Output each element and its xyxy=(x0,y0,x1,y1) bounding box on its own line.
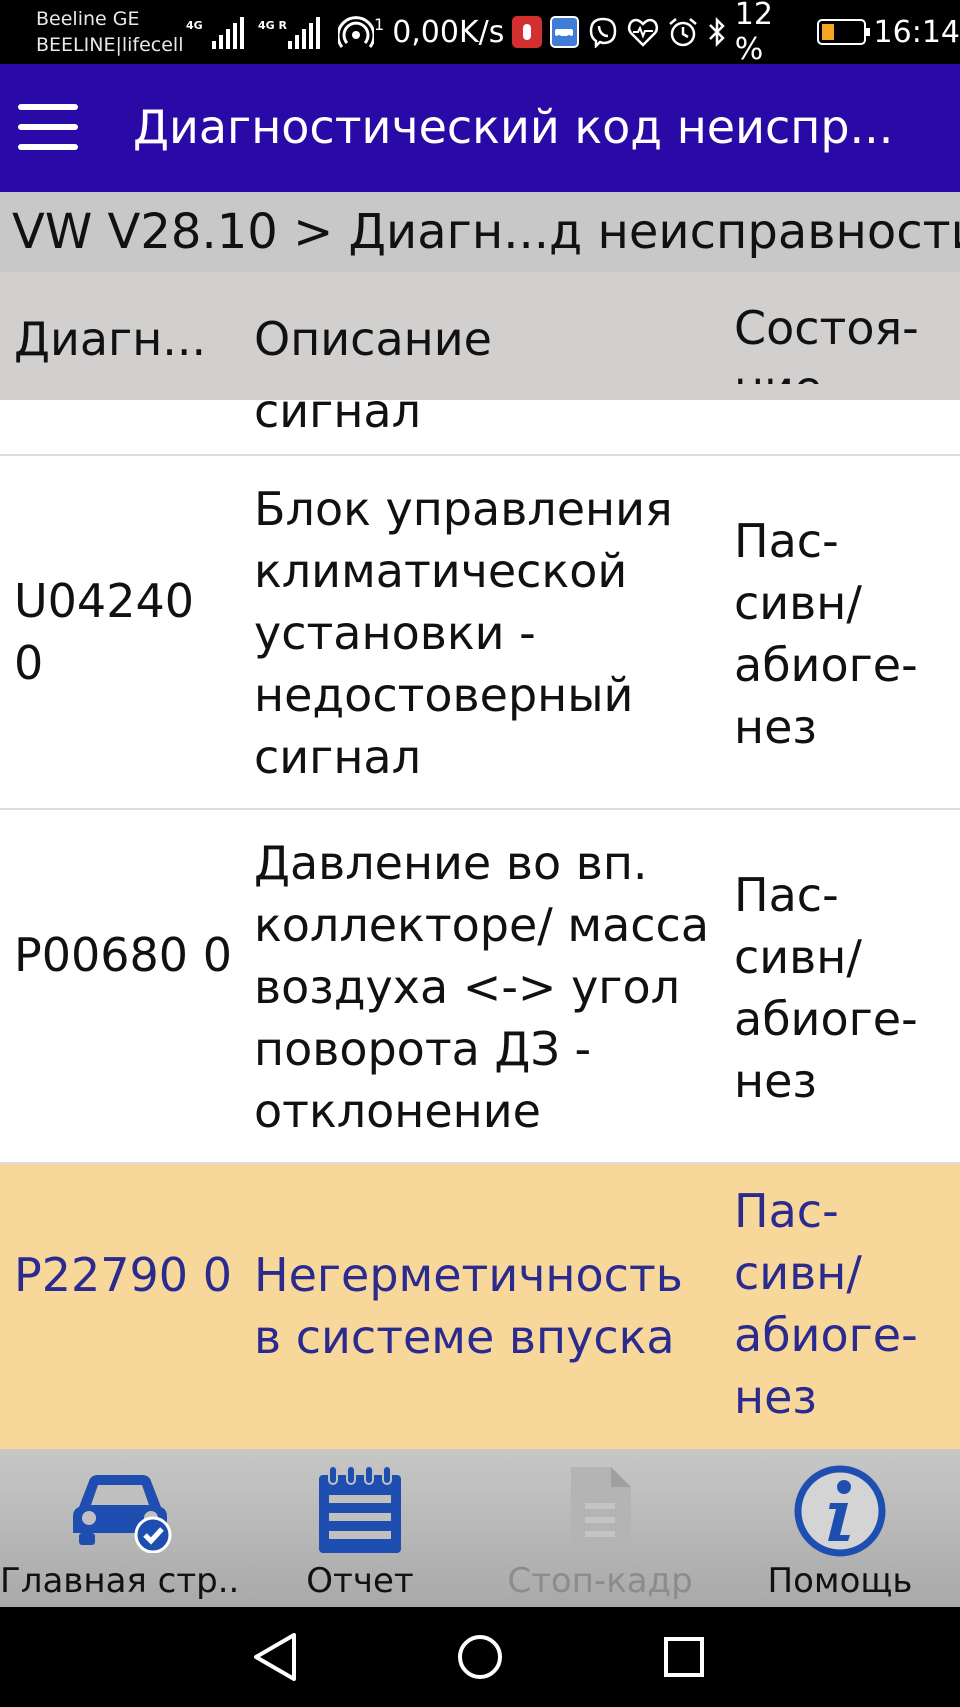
hotspot-count: 1 xyxy=(374,14,385,34)
carrier-names: Beeline GE BEELINE|lifecell xyxy=(36,6,183,58)
help-button[interactable]: Помощь xyxy=(720,1449,960,1607)
table-row[interactable]: P00680 0 Давление во вп. коллекторе/ мас… xyxy=(0,810,960,1164)
row-code: P22790 0 xyxy=(14,1248,232,1302)
signal-1-icon: 4G xyxy=(186,15,244,49)
network-type-2: 4G R xyxy=(258,19,287,32)
page-title: Диагностический код неиспр... xyxy=(133,100,894,154)
report-button[interactable]: Отчет xyxy=(240,1449,480,1607)
home-page-label: Главная стр... xyxy=(0,1561,240,1601)
header-description[interactable]: Описание xyxy=(254,312,492,366)
document-icon xyxy=(565,1463,635,1559)
row-state: Пас-сивн/ абиоге-нез xyxy=(734,1184,918,1424)
network-speed: 0,00K/s xyxy=(392,14,505,50)
car-app-icon xyxy=(549,16,579,48)
battery-percent: 12 % xyxy=(734,0,773,67)
recents-icon[interactable] xyxy=(652,1627,716,1687)
microphone-icon xyxy=(512,16,542,48)
hotspot-icon xyxy=(338,15,374,49)
header-state[interactable]: Состоя-ние xyxy=(734,298,954,384)
row-state: Пас-сивн/ абиоге-нез xyxy=(734,514,918,754)
row-description: Блок управления климатической установки … xyxy=(254,482,673,784)
back-icon[interactable] xyxy=(244,1627,308,1687)
fault-code-table[interactable]: Диагн... Описание Состоя-ние сигнал U042… xyxy=(0,272,960,1449)
breadcrumb: VW V28.10 > Диагн...д неисправности xyxy=(0,192,960,272)
carrier-1: Beeline GE xyxy=(36,8,140,30)
system-navigation-bar xyxy=(0,1607,960,1707)
status-bar: Beeline GE BEELINE|lifecell 4G 4G R 1 0,… xyxy=(0,0,960,67)
row-description: Давление во вп. коллекторе/ масса воздух… xyxy=(254,836,710,1138)
viber-icon xyxy=(587,16,619,48)
app-bar: Диагностический код неиспр... xyxy=(0,64,960,192)
table-row-selected[interactable]: P22790 0 Негерметичность в системе впуск… xyxy=(0,1164,960,1449)
info-icon xyxy=(792,1463,888,1563)
bottom-toolbar: Главная стр... Отчет Стоп-кадр Помощь xyxy=(0,1449,960,1607)
row-state: Пас-сивн/ абиоге-нез xyxy=(734,868,918,1108)
network-type-1: 4G xyxy=(186,19,203,32)
row-code: U04240 0 xyxy=(14,574,195,690)
freeze-frame-button[interactable]: Стоп-кадр xyxy=(480,1449,720,1607)
freeze-frame-label: Стоп-кадр xyxy=(507,1561,693,1601)
row-description: сигнал xyxy=(254,400,422,438)
report-label: Отчет xyxy=(306,1561,414,1601)
hamburger-menu-icon[interactable] xyxy=(18,104,78,150)
header-code[interactable]: Диагн... xyxy=(14,312,206,366)
row-code: P00680 0 xyxy=(14,928,232,982)
health-heart-icon xyxy=(627,17,659,47)
row-description: Негерметичность в системе впуска xyxy=(254,1248,683,1364)
notepad-report-icon xyxy=(315,1463,405,1559)
battery-icon xyxy=(816,19,870,45)
home-icon[interactable] xyxy=(448,1627,512,1687)
table-row[interactable]: U04240 0 Блок управления климатической у… xyxy=(0,456,960,810)
home-page-button[interactable]: Главная стр... xyxy=(0,1449,240,1607)
car-check-icon xyxy=(65,1463,175,1557)
bluetooth-icon xyxy=(707,16,727,48)
signal-2-icon: 4G R xyxy=(258,15,320,49)
carrier-2: BEELINE|lifecell xyxy=(36,34,184,56)
table-row[interactable]: сигнал xyxy=(0,400,960,456)
table-header: Диагн... Описание Состоя-ние xyxy=(0,272,960,400)
status-icons: 4G 4G R 1 0,00K/s 12 % 16:14 xyxy=(186,0,960,67)
help-label: Помощь xyxy=(767,1561,913,1601)
clock: 16:14 xyxy=(873,14,960,50)
alarm-clock-icon xyxy=(667,16,699,48)
